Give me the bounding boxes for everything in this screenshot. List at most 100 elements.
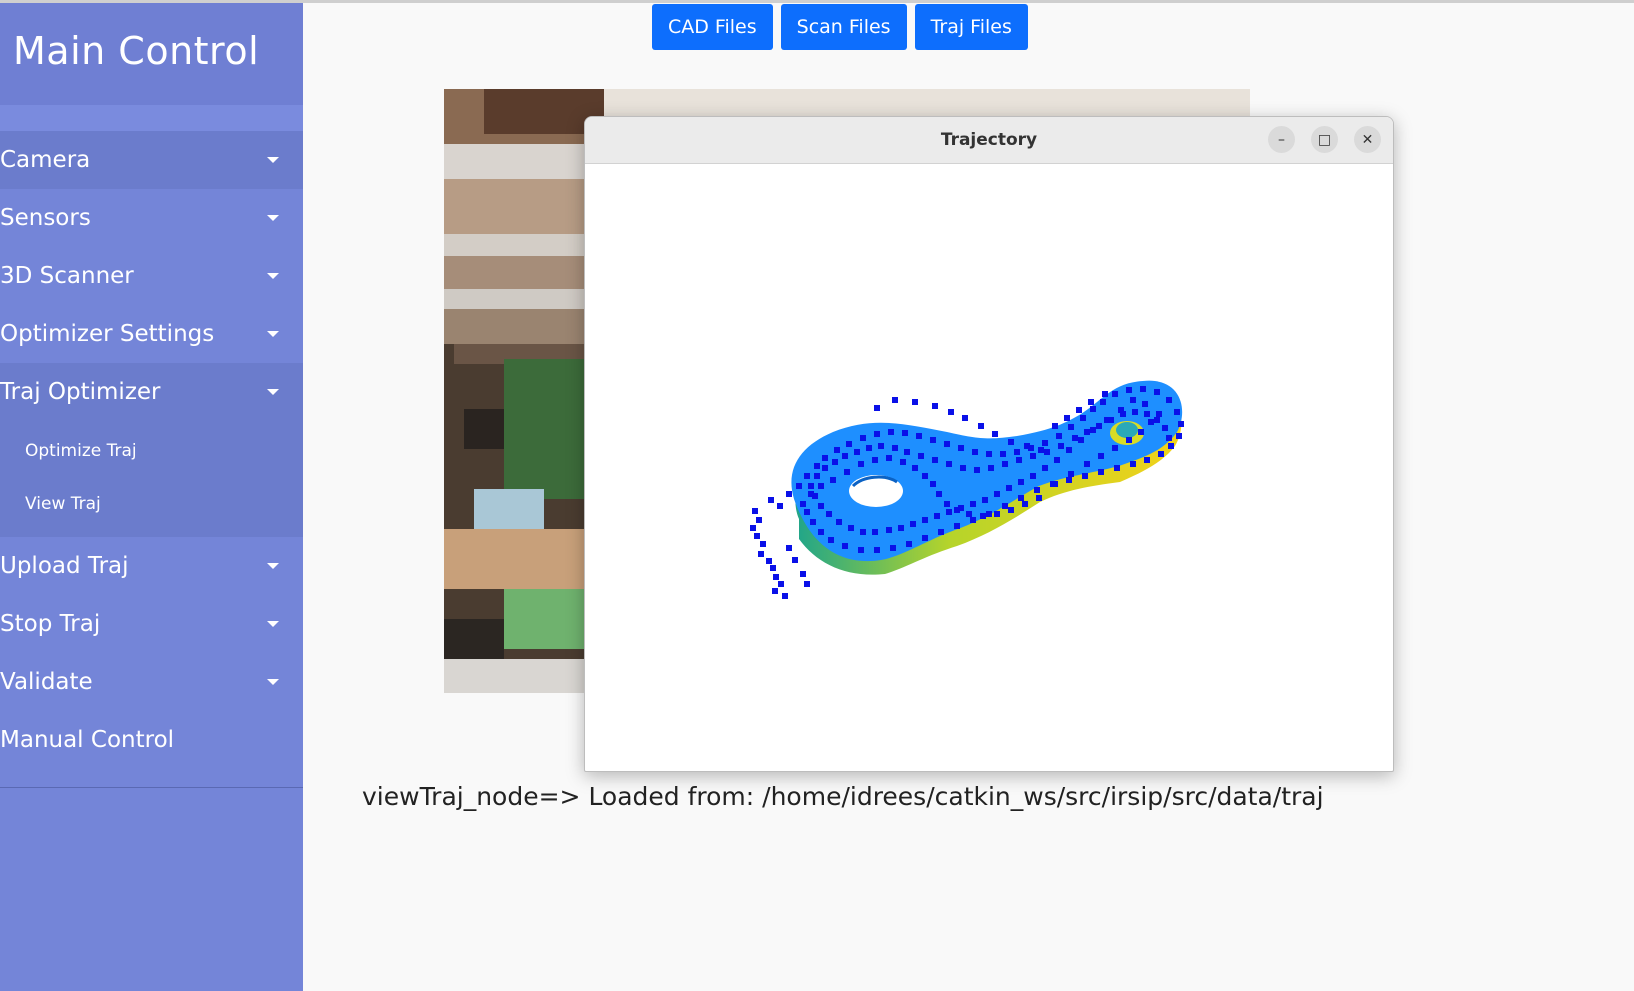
trajectory-point [1018,479,1024,485]
trajectory-point [878,443,884,449]
sidebar-item-label: 3D Scanner [0,263,134,289]
trajectory-point [888,429,894,435]
trajectory-point [916,433,922,439]
sidebar-item-sensors[interactable]: Sensors [0,189,303,247]
trajectory-canvas[interactable] [585,164,1393,771]
trajectory-point [994,491,1000,497]
caret-down-icon [267,679,279,685]
trajectory-point [1126,387,1132,393]
status-message: viewTraj_node=> Loaded from: /home/idree… [362,782,1324,811]
trajectory-point [898,525,904,531]
trajectory-point [986,511,992,517]
trajectory-point [932,457,938,463]
trajectory-point [800,571,806,577]
cad-files-button[interactable]: CAD Files [652,4,773,50]
trajectory-point [1000,451,1006,457]
trajectory-point [842,543,848,549]
trajectory-point [860,435,866,441]
window-titlebar[interactable]: Trajectory – □ ✕ [585,117,1393,164]
trajectory-point [782,593,788,599]
trajectory-point [890,545,896,551]
trajectory-point [892,397,898,403]
trajectory-point [988,465,994,471]
trajectory-point [778,581,784,587]
trajectory-point [936,491,942,497]
trajectory-point [902,430,908,436]
sidebar-item-stop-traj[interactable]: Stop Traj [0,595,303,653]
trajectory-point [1090,406,1096,412]
trajectory-point [938,529,944,535]
trajectory-point [874,547,880,553]
trajectory-point [804,473,810,479]
trajectory-point [1082,473,1088,479]
trajectory-point [1034,487,1040,493]
scan-files-button[interactable]: Scan Files [780,4,907,50]
trajectory-point [1066,477,1072,483]
trajectory-point [1114,465,1120,471]
trajectory-point [786,491,792,497]
trajectory-point [1090,427,1096,433]
trajectory-point [1014,449,1020,455]
trajectory-point [1052,423,1058,429]
trajectory-point [860,529,866,535]
trajectory-point [1042,440,1048,446]
sidebar-item-optimizer-settings[interactable]: Optimizer Settings [0,305,303,363]
trajectory-point [1066,447,1072,453]
trajectory-point [874,431,880,437]
trajectory-point [886,455,892,461]
trajectory-point [994,511,1000,517]
trajectory-point [974,467,980,473]
caret-down-icon [267,157,279,163]
submenu-item-optimize-traj[interactable]: Optimize Traj [0,425,303,478]
trajectory-point [1102,391,1108,397]
trajectory-point [770,565,776,571]
caret-down-icon [267,215,279,221]
trajectory-point [934,513,940,519]
traj-files-button[interactable]: Traj Files [914,4,1028,50]
trajectory-point [986,451,992,457]
trajectory-point [1156,411,1162,417]
trajectory-point [1006,485,1012,491]
sidebar-divider [0,787,303,788]
trajectory-point [1002,503,1008,509]
trajectory-point [822,465,828,471]
trajectory-point [980,513,986,519]
sidebar-item-label: Validate [0,669,93,695]
trajectory-point [758,551,764,557]
trajectory-point [1108,417,1114,423]
sidebar-item-manual-control[interactable]: Manual Control [0,711,303,769]
trajectory-point [1168,443,1174,449]
trajectory-point [1140,386,1146,392]
close-button[interactable]: ✕ [1354,126,1381,153]
sidebar-item-label: Traj Optimizer [0,379,161,405]
trajectory-point [912,399,918,405]
trajectory-point [1038,447,1044,453]
sidebar-item-validate[interactable]: Validate [0,653,303,711]
sidebar-item-upload-traj[interactable]: Upload Traj [0,537,303,595]
trajectory-point [760,541,766,547]
sidebar-item-label: Stop Traj [0,611,101,637]
trajectory-point [842,453,848,459]
caret-down-icon [267,621,279,627]
sidebar-item-camera[interactable]: Camera [0,131,303,189]
trajectory-point [772,588,778,594]
trajectory-point [822,455,828,461]
trajectory-point [886,527,892,533]
trajectory-point [1142,401,1148,407]
sidebar-item-traj-optimizer[interactable]: Traj Optimizer [0,363,303,421]
window-controls: – □ ✕ [1268,126,1381,153]
sidebar-item-3d-scanner[interactable]: 3D Scanner [0,247,303,305]
sidebar-item-label: Sensors [0,205,91,231]
sidebar-band [0,105,303,131]
trajectory-point [866,445,872,451]
trajectory-point [946,461,952,467]
trajectory-point [978,423,984,429]
submenu-item-view-traj[interactable]: View Traj [0,478,303,531]
file-buttons: CAD Files Scan Files Traj Files [652,4,1028,50]
trajectory-point [1162,425,1168,431]
caret-down-icon [267,563,279,569]
trajectory-point [1174,409,1180,415]
trajectory-point [773,574,779,580]
minimize-button[interactable]: – [1268,126,1295,153]
maximize-button[interactable]: □ [1311,126,1338,153]
